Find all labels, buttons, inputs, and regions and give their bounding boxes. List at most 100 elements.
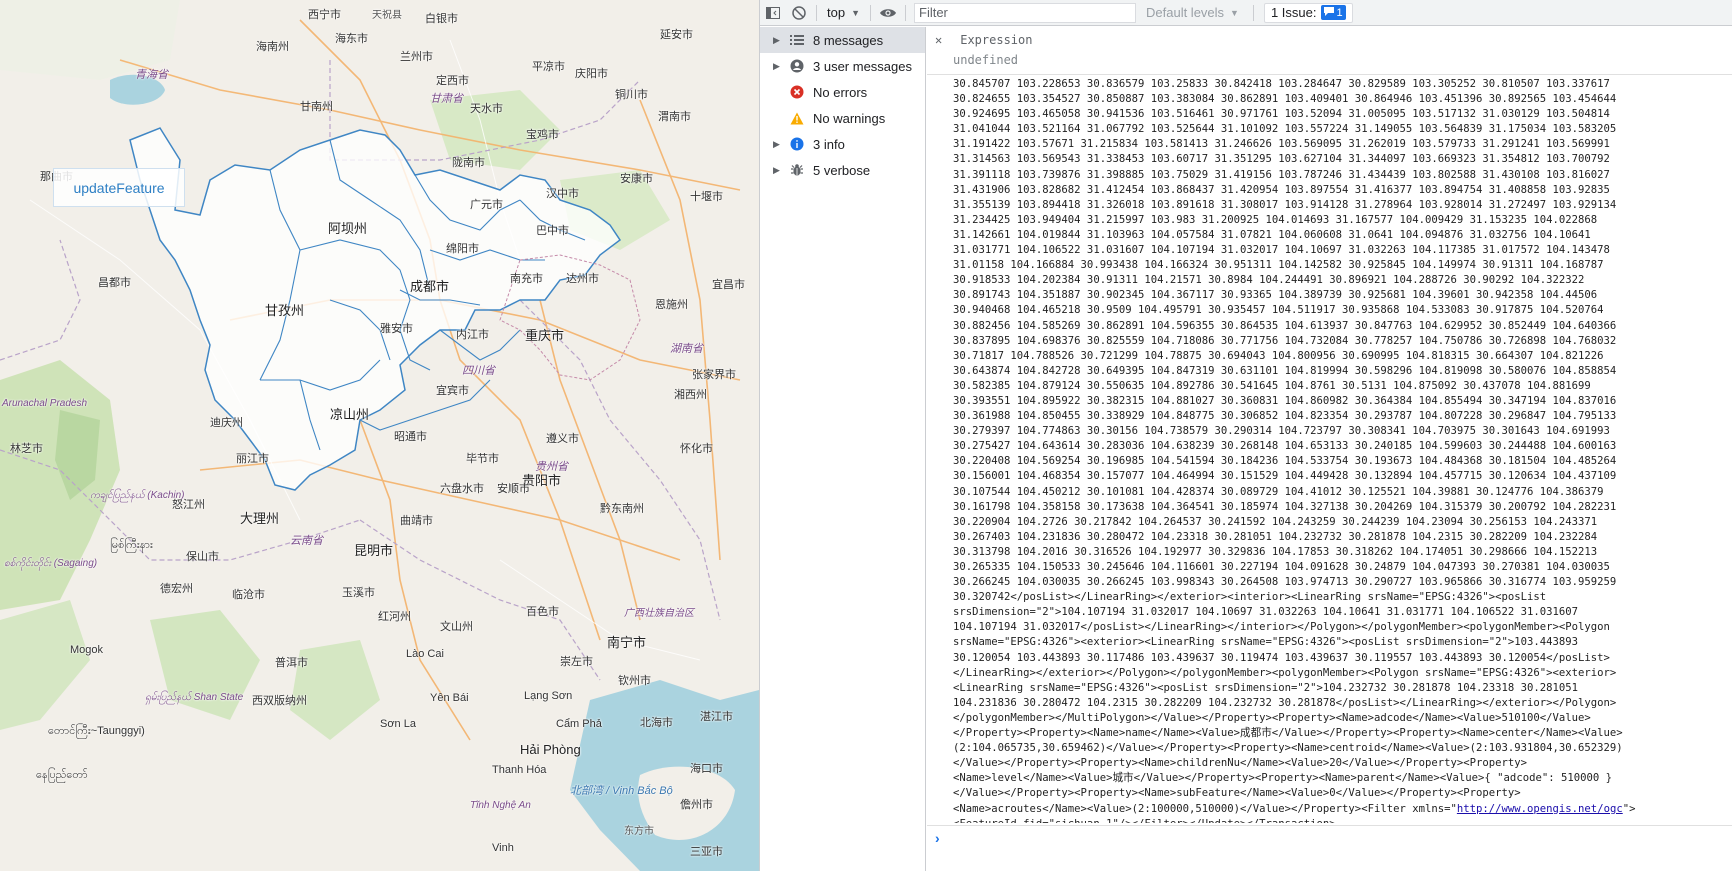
map-label: 张家界市 (692, 369, 736, 381)
map-label: 十堰市 (690, 191, 723, 203)
console-log-line: 30.161798 104.358158 30.173638 104.36454… (953, 500, 1732, 515)
map-label: 钦州市 (618, 675, 651, 687)
close-icon[interactable]: ✕ (935, 33, 949, 47)
expand-arrow-icon: ▶ (773, 164, 780, 175)
sidebar-item-verbose[interactable]: ▶ 5 verbose (760, 157, 925, 183)
console-log-text: 30.71817 104.788526 30.721299 104.78875 … (953, 349, 1604, 362)
map-label: 海口市 (690, 763, 723, 775)
toolbar-divider (1252, 4, 1254, 21)
map-label: 北部湾 / Vịnh Bắc Bộ (570, 785, 673, 797)
map-label: 昭通市 (394, 431, 427, 443)
map-label: ရှမ်းပြည်နယ် Shan State (145, 692, 244, 703)
map-label: 南充市 (510, 273, 543, 285)
toolbar-divider (905, 4, 906, 21)
sidebar-item-warnings[interactable]: No warnings (760, 105, 925, 131)
map-label: 湘西州 (674, 389, 707, 401)
sidebar-item-user-messages[interactable]: ▶ 3 user messages (760, 53, 925, 79)
sidebar-item-errors[interactable]: No errors (760, 79, 925, 105)
error-icon (789, 84, 805, 100)
console-log-text: 30.279397 104.774863 30.30156 104.738579… (953, 425, 1610, 438)
console-log-text: 31.01158 104.166884 30.993438 104.166324… (953, 259, 1604, 272)
clear-console-icon[interactable] (786, 0, 812, 26)
map-label: Vinh (492, 842, 514, 854)
map-label: 林芝市 (10, 443, 43, 455)
map-label: စစ်ကိုင်းတိုင်း (Sagaing) (4, 558, 98, 569)
expand-arrow-icon: ▶ (773, 34, 780, 45)
map-label: 宝鸡市 (526, 129, 559, 141)
console-log-text: 30.924695 103.465058 30.941536 103.51646… (953, 108, 1610, 121)
console-log-line: 31.314563 103.569543 31.338453 103.60717… (953, 152, 1732, 167)
eye-icon[interactable] (875, 0, 901, 26)
console-log-line: srsName="EPSG:4326"><exterior><LinearRin… (953, 635, 1732, 650)
console-log-line: 30.156001 104.468354 30.157077 104.46499… (953, 469, 1732, 484)
map-label: 宜昌市 (712, 279, 745, 291)
map-label: 百色市 (526, 606, 559, 618)
console-log-line: 30.275427 104.643614 30.283036 104.63823… (953, 439, 1732, 454)
map-label: 丽江市 (236, 453, 269, 465)
map-label: 黔东南州 (600, 503, 644, 515)
console-log-text: 30.918533 104.202384 30.91311 104.21571 … (953, 274, 1585, 287)
console-log-text: </Value></Property><Property><Name>child… (953, 757, 1528, 770)
console-log-text: 31.234425 103.949404 31.215997 103.983 3… (953, 213, 1598, 226)
map-label: 普洱市 (275, 657, 308, 669)
console-log-line: 30.267403 104.231836 30.280472 104.23318… (953, 530, 1732, 545)
sidebar-item-messages[interactable]: ▶ 8 messages (760, 27, 925, 53)
issues-badge: 1 (1320, 5, 1346, 20)
issues-button[interactable]: 1 Issue: 1 (1263, 2, 1353, 23)
map-label: Lạng Sơn (524, 690, 573, 702)
console-log-text: <LinearRing srsName="EPSG:4326"><posList… (953, 681, 1579, 694)
expression-label[interactable]: Expression (960, 33, 1032, 47)
console-log-text: 30.361988 104.850455 30.338929 104.84877… (953, 410, 1617, 423)
map-label: 北海市 (640, 717, 673, 729)
prompt-caret-icon: › (935, 830, 940, 846)
console-log-text: </LinearRing></exterior></Polygon></poly… (953, 666, 1617, 679)
sidebar-item-label: No errors (813, 84, 868, 100)
console-log-line: 30.582385 104.879124 30.550635 104.89278… (953, 379, 1732, 394)
map-label: 怀化市 (680, 443, 713, 455)
map-label: 文山州 (440, 621, 473, 633)
map-label: 怒江州 (172, 499, 205, 511)
console-log-line: <Name>acroutes</Name><Value>(2:100000,51… (953, 802, 1732, 817)
console-log-text: 30.582385 104.879124 30.550635 104.89278… (953, 379, 1591, 392)
map-label: Cẩm Phả (556, 718, 602, 730)
map-label: 遵义市 (546, 433, 579, 445)
console-log-line: 30.279397 104.774863 30.30156 104.738579… (953, 424, 1732, 439)
map-label: 贵州省 (535, 461, 568, 473)
context-selector[interactable]: top ▼ (821, 3, 866, 23)
console-log-text: 30.313798 104.2016 30.316526 104.192977 … (953, 545, 1598, 558)
console-log-text: 30.845707 103.228653 30.836579 103.25833… (953, 78, 1610, 90)
update-feature-button[interactable]: updateFeature (53, 168, 185, 207)
console-log-line: 104.231836 30.280472 104.2315 30.282209 … (953, 696, 1732, 711)
map-label: 兰州市 (400, 51, 433, 63)
map-basemap (0, 0, 759, 871)
console-log-line: 30.266245 104.030035 30.266245 103.99834… (953, 575, 1732, 590)
sidebar-item-info[interactable]: ▶ 3 info (760, 131, 925, 157)
console-log-text: 30.643874 104.842728 30.649395 104.84731… (953, 364, 1617, 377)
map-label: Lào Cai (406, 648, 444, 660)
map-label: Arunachal Pradesh (2, 398, 88, 409)
filter-input[interactable] (914, 2, 1136, 23)
map-label: 西宁市 (308, 9, 341, 21)
map-label: 陇南市 (452, 157, 485, 169)
console-log-text: 30.393551 104.895922 30.382315 104.88102… (953, 394, 1617, 407)
map-view[interactable]: 西宁市 天祝县 白银市 延安市 海南州 海东市 兰州市 青海省 定西市 平凉市 … (0, 0, 759, 871)
map-label: 红河州 (378, 611, 411, 623)
console-log-text: 30.837895 104.698376 30.825559 104.71808… (953, 334, 1617, 347)
console-log-text: 30.882456 104.585269 30.862891 104.59635… (953, 319, 1617, 332)
map-label: 三亚市 (690, 846, 723, 858)
console-log-line: 30.924695 103.465058 30.941536 103.51646… (953, 107, 1732, 122)
opengis-link[interactable]: http://www.opengis.net/ogc (1457, 803, 1623, 815)
console-log-line: 30.891743 104.351887 30.902345 104.36711… (953, 288, 1732, 303)
console-log-line: 30.220408 104.569254 30.196985 104.54159… (953, 454, 1732, 469)
sidebar-toggle-icon[interactable] (760, 0, 786, 26)
console-sidebar: ▶ 8 messages ▶ 3 user messages No errors (760, 27, 926, 871)
console-prompt[interactable]: › (927, 825, 1732, 871)
map-label: 定西市 (436, 75, 469, 87)
map-label: 铜川市 (615, 89, 648, 101)
map-label: 东方市 (624, 826, 654, 837)
console-log-line: 30.845707 103.228653 30.836579 103.25833… (953, 77, 1732, 92)
console-log-message: 30.845707 103.228653 30.836579 103.25833… (927, 75, 1732, 823)
log-levels-dropdown[interactable]: Default levels ▼ (1136, 5, 1249, 20)
map-label: 西双版纳州 (252, 695, 307, 707)
map-label: 白银市 (425, 13, 458, 25)
